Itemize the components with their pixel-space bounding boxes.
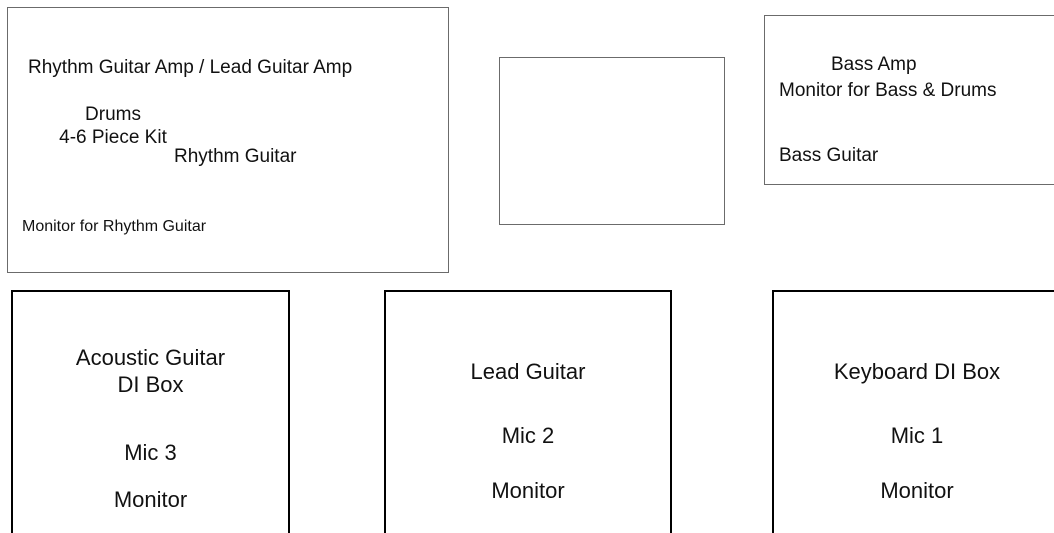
drums-area-box: [499, 57, 725, 225]
stage-plot-diagram: Rhythm Guitar Amp / Lead Guitar Amp Rhyt…: [0, 0, 1054, 533]
bass-drums-monitor-label: Monitor for Bass & Drums: [779, 80, 997, 101]
drums-kit-label: 4-6 Piece Kit: [59, 127, 167, 148]
rhythm-guitar-label: Rhythm Guitar: [174, 146, 297, 167]
lead-guitar-label: Lead Guitar: [470, 359, 586, 384]
keyboard-mic-label: Mic 1: [890, 423, 944, 448]
acoustic-monitor-label: Monitor: [113, 487, 188, 512]
acoustic-guitar-label: Acoustic Guitar: [75, 345, 226, 370]
acoustic-di-box-label: DI Box: [117, 372, 184, 397]
acoustic-mic-label: Mic 3: [124, 440, 177, 465]
bass-guitar-label: Bass Guitar: [779, 145, 879, 166]
keyboard-monitor-label: Monitor: [880, 478, 954, 503]
rhythm-lead-amps-label: Rhythm Guitar Amp / Lead Guitar Amp: [28, 57, 353, 78]
bass-amp-label: Bass Amp: [831, 54, 917, 75]
keyboard-di-box-label: Keyboard DI Box: [833, 359, 1001, 384]
drums-label: Drums: [85, 104, 141, 125]
lead-monitor-label: Monitor: [491, 478, 565, 503]
lead-mic-label: Mic 2: [501, 423, 555, 448]
rhythm-monitor-label: Monitor for Rhythm Guitar: [22, 218, 207, 235]
